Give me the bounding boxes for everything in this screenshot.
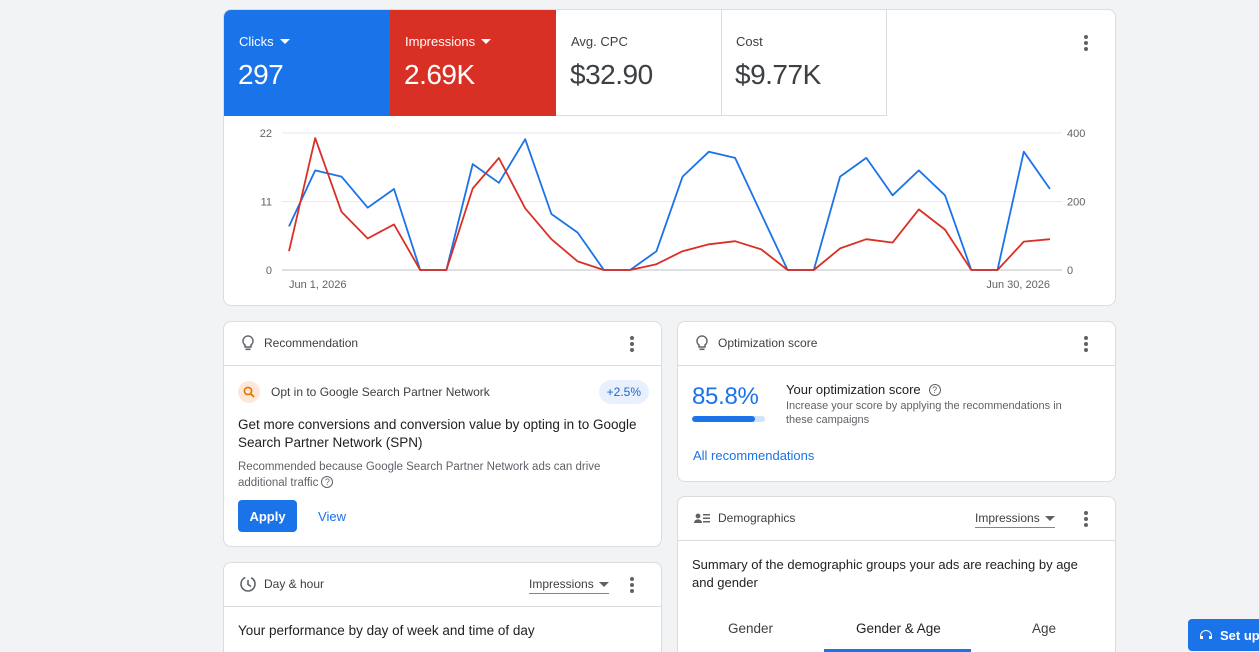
right-axis-tick-label: 400 <box>1067 128 1085 140</box>
series-line-clicks <box>288 138 1051 271</box>
day-hour-description: Your performance by day of week and time… <box>238 623 535 638</box>
metric-cost-label: Cost <box>736 34 763 49</box>
metric-avg-cpc-label: Avg. CPC <box>571 34 628 49</box>
recommendation-reason: Recommended because Google Search Partne… <box>238 459 618 491</box>
apply-button[interactable]: Apply <box>238 500 297 532</box>
caret-down-icon <box>1044 515 1055 521</box>
caret-down-icon <box>481 39 492 44</box>
demographics-card: Demographics Impressions Summary of the … <box>677 496 1116 652</box>
performance-overview-card: Clicks 297 Impressions 2.69K Avg. CPC $3… <box>223 9 1116 306</box>
demographics-description: Summary of the demographic groups your a… <box>692 557 1078 590</box>
demographics-tabs: Gender Gender & Age Age <box>678 609 1115 652</box>
more-options-icon[interactable] <box>1084 336 1088 352</box>
day-hour-metric-select-value: Impressions <box>529 577 594 591</box>
recommendation-item[interactable]: Opt in to Google Search Partner Network … <box>238 380 649 406</box>
tab-gender-age[interactable]: Gender & Age <box>856 621 941 636</box>
caret-down-icon <box>598 581 609 587</box>
performance-line-chart: 0 0 11 200 22 400 Jun 1, 2026 Jun 30, 2026 <box>260 128 1086 291</box>
optimization-score-heading-text: Your optimization score <box>786 382 921 397</box>
recommendation-card: Recommendation Opt in to Google Search P… <box>223 321 662 547</box>
day-hour-title: Day & hour <box>264 577 325 591</box>
tab-gender[interactable]: Gender <box>728 621 773 636</box>
series-line-impressions <box>288 137 1051 271</box>
optimization-score-heading: Your optimization score? <box>786 382 941 397</box>
more-options-icon[interactable] <box>1084 35 1088 51</box>
demographics-header: Demographics Impressions <box>678 497 1115 541</box>
day-hour-header: Day & hour Impressions <box>224 563 661 607</box>
metric-avg-cpc-value: $32.90 <box>570 59 653 90</box>
demographics-icon <box>694 513 710 523</box>
optimization-score-bar <box>692 416 765 422</box>
metric-impressions-value: 2.69K <box>404 59 475 90</box>
help-icon[interactable]: ? <box>928 384 941 396</box>
recommendation-title: Recommendation <box>264 336 359 350</box>
right-axis-tick-label: 200 <box>1067 197 1085 209</box>
optimization-score-description: Increase your score by applying the reco… <box>786 400 1062 426</box>
demographics-title: Demographics <box>718 511 796 525</box>
setup-button-label: Set up <box>1220 627 1259 643</box>
demographics-metric-select-value: Impressions <box>975 511 1040 525</box>
recommendation-item-title: Opt in to Google Search Partner Network <box>271 385 490 399</box>
setup-button[interactable]: Set up <box>1188 619 1259 651</box>
day-hour-metric-select[interactable]: Impressions <box>529 577 609 594</box>
lightbulb-icon <box>696 335 708 351</box>
metric-clicks-label: Clicks <box>239 34 274 49</box>
x-axis-end-label: Jun 30, 2026 <box>986 279 1050 291</box>
optimization-header: Optimization score <box>678 322 1115 366</box>
recommendation-headline: Get more conversions and conversion valu… <box>238 417 637 450</box>
recommendation-header: Recommendation <box>224 322 661 366</box>
left-axis-tick-label: 22 <box>260 128 272 140</box>
optimization-score-value: 85.8% <box>692 383 759 410</box>
metric-impressions[interactable]: Impressions 2.69K <box>390 10 556 116</box>
view-button[interactable]: View <box>307 500 357 532</box>
demographics-metric-select[interactable]: Impressions <box>975 511 1055 528</box>
optimization-score-fill <box>692 416 755 422</box>
day-hour-card: Day & hour Impressions Your performance … <box>223 562 662 652</box>
metric-clicks-value: 297 <box>238 59 284 90</box>
more-options-icon[interactable] <box>630 577 634 593</box>
left-axis-tick-label: 11 <box>261 197 272 209</box>
metric-impressions-label: Impressions <box>405 34 476 49</box>
uplift-badge: +2.5% <box>598 380 649 404</box>
all-recommendations-link[interactable]: All recommendations <box>693 448 814 463</box>
left-axis-tick-label: 0 <box>266 265 272 277</box>
right-axis-tick-label: 0 <box>1067 265 1073 277</box>
search-icon <box>238 381 260 403</box>
more-options-icon[interactable] <box>630 336 634 352</box>
help-icon[interactable]: ? <box>321 476 334 488</box>
optimization-score-card: Optimization score 85.8% Your optimizati… <box>677 321 1116 482</box>
metric-cost-value: $9.77K <box>735 59 821 90</box>
metric-clicks[interactable]: Clicks 297 <box>224 10 390 116</box>
optimization-title: Optimization score <box>718 336 818 350</box>
clock-history-icon <box>240 576 256 592</box>
x-axis-start-label: Jun 1, 2026 <box>289 279 347 291</box>
headset-icon <box>1200 630 1212 639</box>
more-options-icon[interactable] <box>1084 511 1088 527</box>
tab-age[interactable]: Age <box>1032 621 1056 636</box>
lightbulb-icon <box>242 335 254 351</box>
metric-avg-cpc[interactable]: Avg. CPC $32.90 <box>556 10 722 116</box>
caret-down-icon <box>279 39 290 44</box>
metric-cost[interactable]: Cost $9.77K <box>721 10 887 116</box>
recommendation-reason-text: Recommended because Google Search Partne… <box>238 461 601 489</box>
